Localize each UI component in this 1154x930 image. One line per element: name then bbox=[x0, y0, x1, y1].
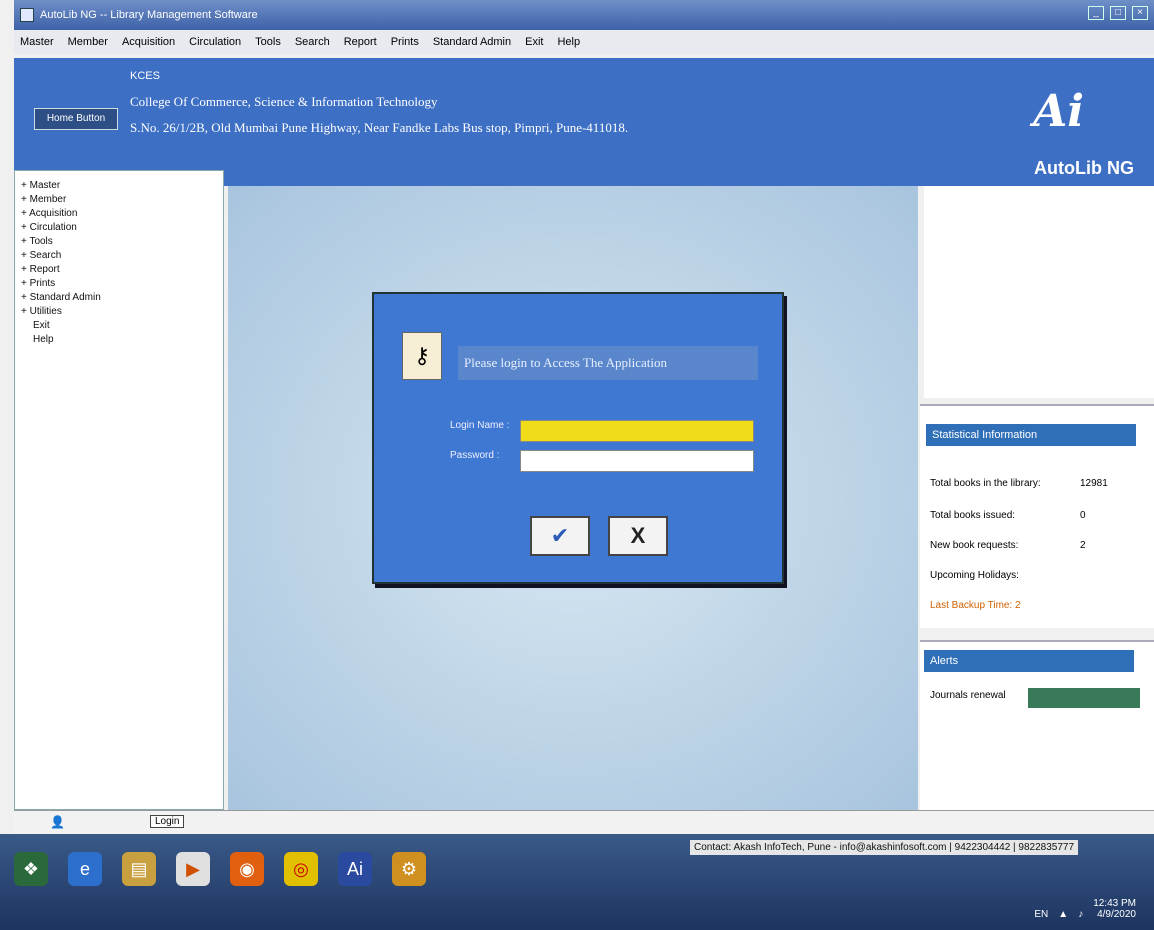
clock[interactable]: 12:43 PM 4/9/2020 bbox=[1093, 898, 1136, 920]
menu-master[interactable]: Master bbox=[20, 36, 54, 48]
checkmark-icon: ✔ bbox=[550, 523, 570, 548]
stat-new-requests-value: 2 bbox=[1080, 540, 1086, 551]
menu-standard-admin[interactable]: Standard Admin bbox=[433, 36, 511, 48]
alerts-header: Alerts bbox=[924, 650, 1134, 672]
taskbar: Contact: Akash InfoTech, Pune - info@aka… bbox=[0, 834, 1154, 930]
menu-tools[interactable]: Tools bbox=[255, 36, 281, 48]
sidebar-item-prints[interactable]: + Prints bbox=[21, 277, 217, 291]
network-icon[interactable]: ▲ bbox=[1058, 909, 1068, 920]
volume-icon[interactable]: ♪ bbox=[1078, 909, 1083, 920]
window-title: AutoLib NG -- Library Management Softwar… bbox=[40, 9, 258, 21]
menu-prints[interactable]: Prints bbox=[391, 36, 419, 48]
stat-total-issued-value: 0 bbox=[1080, 510, 1086, 521]
stats-header: Statistical Information bbox=[926, 424, 1136, 446]
login-status: Login bbox=[150, 815, 185, 828]
key-icon: ⚷ bbox=[402, 332, 442, 380]
app-icon bbox=[20, 8, 34, 22]
system-tray: EN ▲ ♪ 12:43 PM 4/9/2020 bbox=[1034, 898, 1136, 920]
logo-text: AutoLib NG bbox=[1034, 158, 1134, 178]
sidebar-item-circulation[interactable]: + Circulation bbox=[21, 221, 217, 235]
login-name-input[interactable] bbox=[520, 420, 754, 442]
close-button[interactable]: × bbox=[1132, 6, 1148, 20]
clock-time: 12:43 PM bbox=[1093, 898, 1136, 909]
menu-report[interactable]: Report bbox=[344, 36, 377, 48]
user-icon: 👤 bbox=[50, 815, 65, 829]
start-icon[interactable]: ❖ bbox=[14, 852, 48, 886]
stats-panel: Statistical Information Total books in t… bbox=[920, 404, 1154, 628]
alerts-panel: Alerts Journals renewal bbox=[920, 640, 1154, 826]
menu-search[interactable]: Search bbox=[295, 36, 330, 48]
institution-name: College Of Commerce, Science & Informati… bbox=[130, 94, 438, 109]
menu-circulation[interactable]: Circulation bbox=[189, 36, 241, 48]
chrome-icon[interactable]: ◎ bbox=[284, 852, 318, 886]
stat-total-issued-label: Total books issued: bbox=[930, 510, 1016, 521]
institution-short: KCES bbox=[130, 70, 160, 82]
sidebar-item-search[interactable]: + Search bbox=[21, 249, 217, 263]
alert-journals-renewal[interactable]: Journals renewal bbox=[930, 690, 1006, 701]
contact-info: Contact: Akash InfoTech, Pune - info@aka… bbox=[690, 840, 1079, 855]
right-info-panel bbox=[924, 186, 1154, 398]
sidebar-item-help[interactable]: Help bbox=[21, 333, 217, 347]
folder-icon[interactable]: ▤ bbox=[122, 852, 156, 886]
sidebar-item-master[interactable]: + Master bbox=[21, 179, 217, 193]
window-controls: _ □ × bbox=[1088, 6, 1148, 20]
institution-address: S.No. 26/1/2B, Old Mumbai Pune Highway, … bbox=[130, 120, 629, 135]
password-input[interactable] bbox=[520, 450, 754, 472]
media-player-icon[interactable]: ▶ bbox=[176, 852, 210, 886]
login-dialog: ⚷ Please login to Access The Application… bbox=[372, 292, 784, 584]
menu-member[interactable]: Member bbox=[68, 36, 108, 48]
sidebar-item-utilities[interactable]: + Utilities bbox=[21, 305, 217, 319]
ok-button[interactable]: ✔ bbox=[530, 516, 590, 556]
sidebar-item-exit[interactable]: Exit bbox=[21, 319, 217, 333]
password-label: Password : bbox=[450, 450, 500, 461]
sidebar-item-standard-admin[interactable]: + Standard Admin bbox=[21, 291, 217, 305]
status-bar: 👤 Login bbox=[14, 810, 1154, 834]
close-icon: X bbox=[630, 523, 646, 548]
sidebar-item-member[interactable]: + Member bbox=[21, 193, 217, 207]
cancel-button[interactable]: X bbox=[608, 516, 668, 556]
stat-total-books: Total books in the library: 12981 bbox=[930, 478, 1108, 489]
ie-icon[interactable]: e bbox=[68, 852, 102, 886]
alert-indicator bbox=[1028, 688, 1140, 708]
stat-total-books-value: 12981 bbox=[1080, 478, 1108, 489]
stat-backup-label: Last Backup Time: 2 bbox=[930, 600, 1021, 611]
login-name-label: Login Name : bbox=[450, 420, 510, 431]
stat-total-issued: Total books issued: 0 bbox=[930, 510, 1086, 521]
stat-holidays-label: Upcoming Holidays: bbox=[930, 570, 1019, 581]
sidebar-item-acquisition[interactable]: + Acquisition bbox=[21, 207, 217, 221]
minimize-button[interactable]: _ bbox=[1088, 6, 1104, 20]
autolib-logo-icon: Ai bbox=[1033, 86, 1084, 137]
language-indicator[interactable]: EN bbox=[1034, 909, 1048, 920]
window-titlebar: AutoLib NG -- Library Management Softwar… bbox=[14, 0, 1154, 30]
menubar: Master Member Acquisition Circulation To… bbox=[14, 30, 1154, 54]
taskbar-icons: ❖ e ▤ ▶ ◉ ◎ Ai ⚙ bbox=[14, 852, 426, 886]
sidebar-item-tools[interactable]: + Tools bbox=[21, 235, 217, 249]
desktop-screen: AutoLib NG -- Library Management Softwar… bbox=[0, 0, 1154, 930]
stat-new-requests: New book requests: 2 bbox=[930, 540, 1086, 551]
stat-backup: Last Backup Time: 2 bbox=[930, 600, 1021, 611]
autolib-taskbar-icon[interactable]: Ai bbox=[338, 852, 372, 886]
firefox-icon[interactable]: ◉ bbox=[230, 852, 264, 886]
menu-help[interactable]: Help bbox=[557, 36, 580, 48]
header-banner: Home Button KCES College Of Commerce, Sc… bbox=[14, 58, 1154, 186]
maximize-button[interactable]: □ bbox=[1110, 6, 1126, 20]
stat-new-requests-label: New book requests: bbox=[930, 540, 1019, 551]
clock-date: 4/9/2020 bbox=[1097, 909, 1136, 920]
menu-acquisition[interactable]: Acquisition bbox=[122, 36, 175, 48]
stat-total-books-label: Total books in the library: bbox=[930, 478, 1041, 489]
sidebar-item-report[interactable]: + Report bbox=[21, 263, 217, 277]
utility-icon[interactable]: ⚙ bbox=[392, 852, 426, 886]
stat-holidays: Upcoming Holidays: bbox=[930, 570, 1019, 581]
login-title: Please login to Access The Application bbox=[458, 346, 758, 380]
home-button[interactable]: Home Button bbox=[34, 108, 118, 130]
menu-exit[interactable]: Exit bbox=[525, 36, 543, 48]
sidebar-nav: + Master + Member + Acquisition + Circul… bbox=[14, 170, 224, 810]
